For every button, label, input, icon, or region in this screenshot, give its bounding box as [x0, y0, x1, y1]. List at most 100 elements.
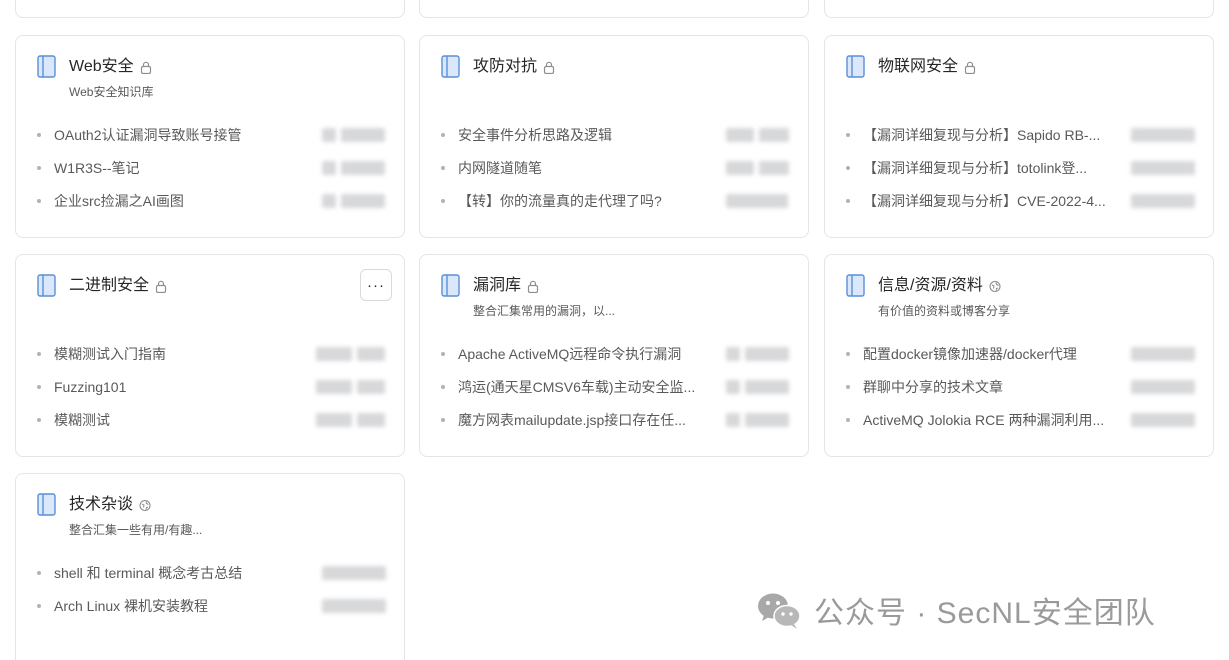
card-title[interactable]: 物联网安全	[878, 56, 976, 78]
knowledge-card-info-resources[interactable]: 信息/资源/资料 有价值的资料或博客分享 配置docker镜像加速器/docke…	[824, 254, 1214, 457]
lock-icon	[527, 280, 539, 293]
doc-title[interactable]: 模糊测试	[54, 409, 110, 431]
doc-list-item[interactable]: W1R3S--笔记	[37, 157, 386, 190]
knowledge-card-web-security[interactable]: Web安全 Web安全知识库 OAuth2认证漏洞导致账号接管 W1R3S--笔…	[15, 35, 405, 238]
doc-list-item[interactable]: ActiveMQ Jolokia RCE 两种漏洞利用...	[846, 409, 1195, 442]
doc-title[interactable]: 【漏洞详细复现与分析】totolink登...	[863, 157, 1087, 179]
knowledge-card-partial[interactable]	[419, 0, 809, 18]
card-title-text[interactable]: Web安全	[69, 56, 134, 78]
doc-list-item[interactable]: 【转】你的流量真的走代理了吗?	[441, 190, 790, 223]
bullet-icon	[37, 166, 41, 170]
doc-date-blurred	[316, 380, 386, 394]
book-icon	[441, 274, 460, 297]
doc-list-item[interactable]: shell 和 terminal 概念考古总结	[37, 562, 386, 595]
lock-icon	[155, 280, 167, 293]
doc-list-item[interactable]: 安全事件分析思路及逻辑	[441, 124, 790, 157]
card-title[interactable]: 二进制安全	[69, 275, 167, 297]
doc-date-blurred	[322, 161, 386, 175]
card-title[interactable]: 漏洞库	[473, 275, 539, 297]
knowledge-card-binary-security[interactable]: 二进制安全 ··· 模糊测试入门指南 Fuzzing101 模糊测试	[15, 254, 405, 457]
doc-date-blurred	[322, 599, 386, 613]
knowledge-card-partial[interactable]	[15, 0, 405, 18]
card-title-text[interactable]: 漏洞库	[473, 275, 521, 297]
doc-title[interactable]: 【漏洞详细复现与分析】CVE-2022-4...	[863, 190, 1106, 212]
doc-list: 安全事件分析思路及逻辑 内网隧道随笔 【转】你的流量真的走代理了吗?	[441, 124, 790, 223]
doc-title[interactable]: 安全事件分析思路及逻辑	[458, 124, 612, 146]
doc-title[interactable]: Apache ActiveMQ远程命令执行漏洞	[458, 343, 681, 365]
doc-list: 模糊测试入门指南 Fuzzing101 模糊测试	[37, 343, 386, 442]
public-icon	[989, 280, 1001, 292]
bullet-icon	[37, 133, 41, 137]
doc-date-blurred	[322, 128, 386, 142]
bullet-icon	[846, 385, 850, 389]
bullet-icon	[846, 133, 850, 137]
doc-list: Apache ActiveMQ远程命令执行漏洞 鸿运(通天星CMSV6车载)主动…	[441, 343, 790, 442]
card-title[interactable]: Web安全	[69, 56, 152, 78]
book-icon	[37, 274, 56, 297]
more-options-button[interactable]: ···	[360, 269, 392, 301]
knowledge-card-vuln-library[interactable]: 漏洞库 整合汇集常用的漏洞，以... Apache ActiveMQ远程命令执行…	[419, 254, 809, 457]
doc-list-item[interactable]: OAuth2认证漏洞导致账号接管	[37, 124, 386, 157]
watermark: 公众号 · SecNL安全团队	[756, 586, 1156, 634]
bullet-icon	[846, 418, 850, 422]
knowledge-card-partial[interactable]	[824, 0, 1214, 18]
card-title-text[interactable]: 物联网安全	[878, 56, 958, 78]
doc-title[interactable]: 企业src捡漏之AI画图	[54, 190, 184, 212]
doc-date-blurred	[322, 566, 386, 580]
card-title[interactable]: 攻防对抗	[473, 56, 555, 78]
doc-title[interactable]: 群聊中分享的技术文章	[863, 376, 1003, 398]
card-title[interactable]: 技术杂谈	[69, 494, 151, 516]
doc-date-blurred	[1131, 413, 1195, 427]
wechat-icon	[758, 593, 801, 629]
book-icon	[846, 55, 865, 78]
doc-list-item[interactable]: 鸿运(通天星CMSV6车载)主动安全监...	[441, 376, 790, 409]
doc-title[interactable]: 鸿运(通天星CMSV6车载)主动安全监...	[458, 376, 695, 398]
doc-list-item[interactable]: 【漏洞详细复现与分析】CVE-2022-4...	[846, 190, 1195, 223]
doc-list-item[interactable]: 内网隧道随笔	[441, 157, 790, 190]
doc-list: 【漏洞详细复现与分析】Sapido RB-... 【漏洞详细复现与分析】toto…	[846, 124, 1195, 223]
doc-list-item[interactable]: 模糊测试入门指南	[37, 343, 386, 376]
doc-list-item[interactable]: Apache ActiveMQ远程命令执行漏洞	[441, 343, 790, 376]
doc-title[interactable]: 模糊测试入门指南	[54, 343, 166, 365]
doc-title[interactable]: 【转】你的流量真的走代理了吗?	[458, 190, 662, 212]
card-description: 有价值的资料或博客分享	[878, 304, 1011, 318]
doc-title[interactable]: 【漏洞详细复现与分析】Sapido RB-...	[863, 124, 1100, 146]
doc-title[interactable]: 配置docker镜像加速器/docker代理	[863, 343, 1077, 365]
card-title-text[interactable]: 二进制安全	[69, 275, 149, 297]
doc-title[interactable]: shell 和 terminal 概念考古总结	[54, 562, 242, 584]
doc-title[interactable]: 魔方网表mailupdate.jsp接口存在任...	[458, 409, 686, 431]
doc-list-item[interactable]: 群聊中分享的技术文章	[846, 376, 1195, 409]
knowledge-card-attack-defense[interactable]: 攻防对抗 安全事件分析思路及逻辑 内网隧道随笔 【转】你的流量真的走代理了吗?	[419, 35, 809, 238]
doc-list-item[interactable]: 企业src捡漏之AI画图	[37, 190, 386, 223]
doc-list: OAuth2认证漏洞导致账号接管 W1R3S--笔记 企业src捡漏之AI画图	[37, 124, 386, 223]
doc-list-item[interactable]: Fuzzing101	[37, 376, 386, 409]
doc-list-item[interactable]: Arch Linux 裸机安装教程	[37, 595, 386, 628]
book-icon	[846, 274, 865, 297]
card-title-text[interactable]: 信息/资源/资料	[878, 275, 983, 297]
doc-title[interactable]: Arch Linux 裸机安装教程	[54, 595, 208, 617]
bullet-icon	[441, 418, 445, 422]
doc-date-blurred	[316, 347, 386, 361]
bullet-icon	[441, 352, 445, 356]
card-title-text[interactable]: 技术杂谈	[69, 494, 133, 516]
doc-title[interactable]: W1R3S--笔记	[54, 157, 140, 179]
doc-list-item[interactable]: 【漏洞详细复现与分析】totolink登...	[846, 157, 1195, 190]
knowledge-card-iot-security[interactable]: 物联网安全 【漏洞详细复现与分析】Sapido RB-... 【漏洞详细复现与分…	[824, 35, 1214, 238]
card-title[interactable]: 信息/资源/资料	[878, 275, 1001, 297]
card-description: 整合汇集一些有用/有趣...	[69, 523, 203, 537]
doc-list-item[interactable]: 模糊测试	[37, 409, 386, 442]
card-title-text[interactable]: 攻防对抗	[473, 56, 537, 78]
doc-title[interactable]: 内网隧道随笔	[458, 157, 542, 179]
doc-list-item[interactable]: 【漏洞详细复现与分析】Sapido RB-...	[846, 124, 1195, 157]
doc-list-item[interactable]: 配置docker镜像加速器/docker代理	[846, 343, 1195, 376]
doc-title[interactable]: ActiveMQ Jolokia RCE 两种漏洞利用...	[863, 409, 1104, 431]
doc-title[interactable]: OAuth2认证漏洞导致账号接管	[54, 124, 241, 146]
lock-icon	[543, 61, 555, 74]
doc-date-blurred	[322, 194, 386, 208]
doc-list-item[interactable]: 魔方网表mailupdate.jsp接口存在任...	[441, 409, 790, 442]
doc-title[interactable]: Fuzzing101	[54, 376, 126, 398]
card-description: Web安全知识库	[69, 85, 154, 99]
bullet-icon	[441, 166, 445, 170]
knowledge-card-tech-talk[interactable]: 技术杂谈 整合汇集一些有用/有趣... shell 和 terminal 概念考…	[15, 473, 405, 660]
doc-list: 配置docker镜像加速器/docker代理 群聊中分享的技术文章 Active…	[846, 343, 1195, 442]
